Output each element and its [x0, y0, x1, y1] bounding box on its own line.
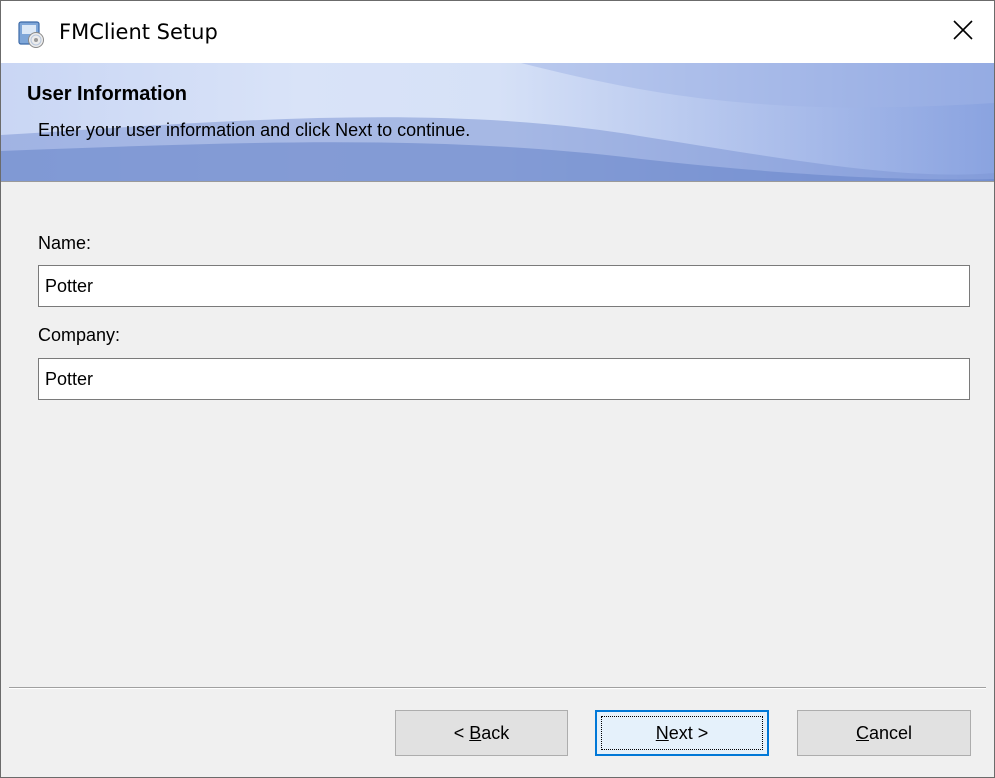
- back-button-mnemonic: B: [469, 722, 482, 743]
- cancel-button-mnemonic: C: [855, 722, 869, 743]
- page-subtitle: Enter your user information and click Ne…: [38, 120, 471, 140]
- name-label: Name:: [38, 233, 92, 253]
- installer-icon: [17, 19, 47, 49]
- setup-window: FMClient Setup User Information Enter yo…: [0, 0, 995, 778]
- back-button-prefix: <: [453, 722, 470, 743]
- window-title: FMClient Setup: [59, 20, 218, 44]
- company-label: Company:: [38, 325, 121, 345]
- company-input[interactable]: [38, 358, 970, 400]
- cancel-button-label: ancel: [868, 722, 913, 743]
- footer-divider: [9, 687, 986, 689]
- back-button[interactable]: < Back: [395, 710, 568, 756]
- title-bar[interactable]: FMClient Setup: [1, 1, 994, 63]
- back-button-label: ack: [481, 722, 510, 743]
- next-button-mnemonic: N: [655, 722, 669, 743]
- name-input[interactable]: [38, 265, 970, 307]
- header-banner: User Information Enter your user informa…: [1, 63, 994, 182]
- close-button[interactable]: [932, 1, 994, 63]
- page-heading: User Information: [27, 83, 188, 105]
- cancel-button[interactable]: Cancel: [797, 710, 971, 756]
- next-button-label: ext >: [668, 722, 709, 743]
- next-button[interactable]: Next >: [595, 710, 769, 756]
- close-icon: [952, 19, 974, 46]
